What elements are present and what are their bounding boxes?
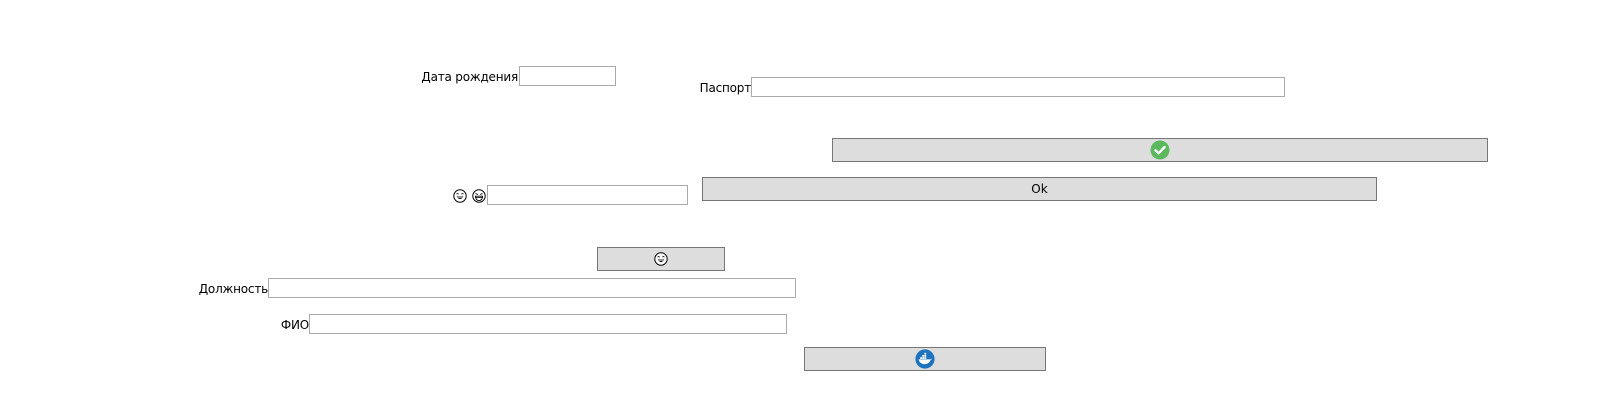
grinning-face-icon xyxy=(472,189,486,203)
ok-button[interactable]: Ok xyxy=(702,177,1377,201)
laughing-face-icon xyxy=(453,189,467,203)
position-label: Должность xyxy=(198,282,268,296)
full-name-label: ФИО xyxy=(280,318,309,332)
passport-label: Паспорт xyxy=(699,81,752,95)
emoji-field[interactable] xyxy=(487,185,688,205)
passport-field[interactable] xyxy=(751,77,1285,97)
confirm-button[interactable] xyxy=(832,138,1488,162)
full-name-field[interactable] xyxy=(309,314,787,334)
docker-whale-icon xyxy=(915,349,935,369)
check-circle-icon xyxy=(1150,140,1170,160)
position-field[interactable] xyxy=(268,278,796,298)
birth-date-label: Дата рождения xyxy=(421,70,518,84)
laughing-face-icon xyxy=(654,252,668,266)
emoji-button[interactable] xyxy=(597,247,725,271)
docker-button[interactable] xyxy=(804,347,1046,371)
birth-date-field[interactable] xyxy=(519,66,616,86)
